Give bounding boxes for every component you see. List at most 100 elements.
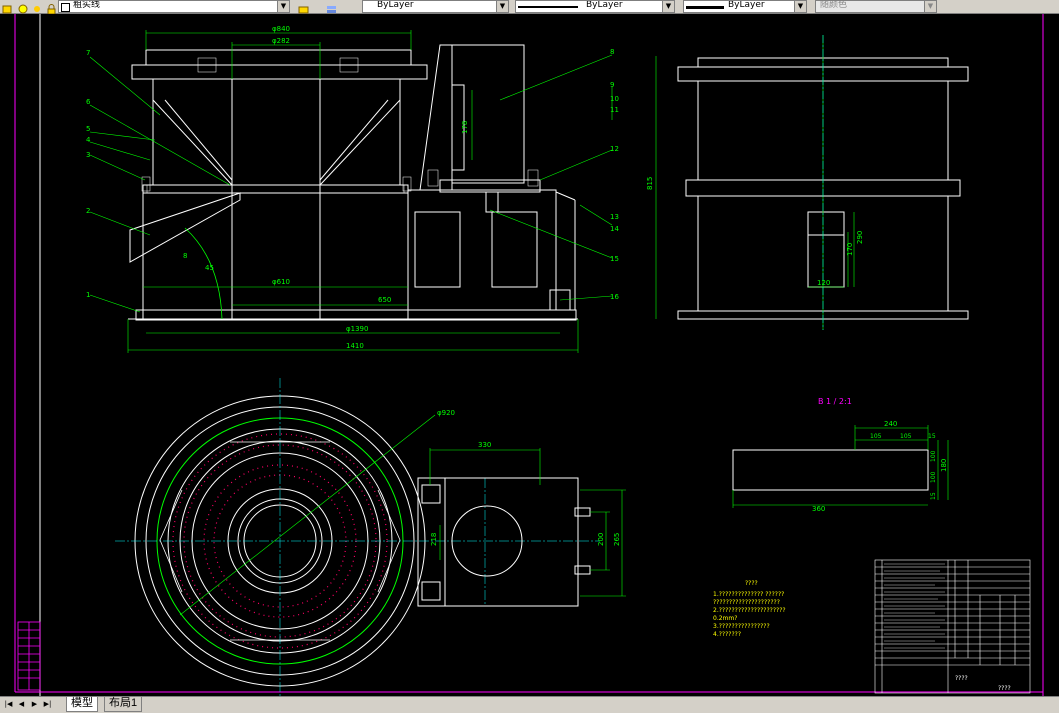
svg-text:13: 13 [610,213,619,221]
svg-text:12: 12 [610,145,619,153]
title-block-name: ???? [955,675,968,682]
dim-15a: 15 [928,433,936,440]
chevron-down-icon[interactable]: ▼ [496,1,508,12]
svg-text:2.?????????????????????: 2.????????????????????? [713,607,786,614]
lineweight-value: ByLayer [728,0,765,10]
plan-view-centerlines [115,378,600,700]
detail-dims [732,425,949,508]
dim-920: φ920 [437,409,455,417]
drawing-canvas[interactable]: 45 8 φ840 φ282 φ610 650 φ1390 1410 178 7 [0,14,1059,700]
title-block-fill [884,563,945,649]
next-tab-icon[interactable]: ▶ [29,699,40,710]
bulb-icon[interactable] [18,0,29,14]
dim-105b: 105 [900,433,912,440]
dim-282: φ282 [272,37,290,45]
svg-text:4.???????: 4.??????? [713,631,741,638]
svg-text:9: 9 [610,81,614,89]
front-view-hatching [141,57,539,193]
svg-text:6: 6 [86,98,91,106]
angle-label: 45 [205,264,214,272]
linetype-swatch [518,6,578,8]
prev-tab-icon[interactable]: ◀ [16,699,27,710]
layout-tab-bar: |◀ ◀ ▶ ▶| 模型 布局1 [0,696,1059,713]
svg-text:8: 8 [610,48,614,56]
plotstyle-dropdown[interactable]: 随颜色 ▼ [815,0,937,13]
dim-650: 650 [378,296,391,304]
sun-icon[interactable] [32,0,43,12]
front-section-view [128,44,578,321]
linetype-dropdown[interactable]: ByLayer ▼ [515,0,675,13]
first-tab-icon[interactable]: |◀ [3,699,14,710]
linetype-value: ByLayer [586,0,623,10]
plotstyle-value: 随颜色 [820,0,848,10]
dim-105a: 105 [870,433,882,440]
leader-numbers: 7 6 5 4 3 2 1 8 9 10 11 12 13 14 15 16 [86,48,619,301]
svg-text:????: ???? [745,580,758,587]
plan-motor-base [417,477,591,607]
dim-side-170: 170 [846,243,854,256]
svg-text:2: 2 [86,207,90,215]
lock-icon[interactable] [46,0,57,15]
binding-table [17,621,41,691]
dim-1410: 1410 [346,342,364,350]
last-tab-icon[interactable]: ▶| [42,699,53,710]
layer-color-icon [61,3,70,12]
dim-840: φ840 [272,25,290,33]
svg-text:5: 5 [86,125,90,133]
svg-text:16: 16 [610,293,619,301]
svg-text:15: 15 [610,255,619,263]
detail-label: B 1 / 2:1 [818,397,852,406]
svg-text:?????????????????????: ????????????????????? [713,599,780,606]
dim-100b: 100 [930,471,937,483]
layer-manager-icon[interactable] [2,0,13,14]
properties-toolbar: 粗实线 ▼ ByLayer ▼ ByLayer ▼ ByLayer ▼ 随颜色 … [0,0,1059,15]
color-dropdown[interactable]: ByLayer ▼ [362,0,509,13]
svg-text:1.?????????????? ??????: 1.?????????????? ?????? [713,591,784,598]
chevron-down-icon[interactable]: ▼ [924,1,936,12]
svg-text:3: 3 [86,151,90,159]
dim-15b: 15 [930,492,937,500]
layer-previous-icon[interactable] [326,0,337,13]
layer-dropdown[interactable]: 粗实线 ▼ [58,0,290,13]
color-value: ByLayer [377,0,414,10]
svg-text:3.????????????????: 3.???????????????? [713,623,770,630]
tab-layout1[interactable]: 布局1 [104,697,143,712]
detail-view [732,449,929,491]
leader-lines [89,54,613,313]
lineweight-dropdown[interactable]: ByLayer ▼ [683,0,807,13]
dim-815: 815 [646,177,654,190]
svg-text:1: 1 [86,291,90,299]
technical-notes: ???? 1.?????????????? ?????? ???????????… [713,580,786,638]
dim-330: 330 [478,441,491,449]
layer-name: 粗实线 [73,0,101,10]
chevron-down-icon[interactable]: ▼ [794,1,806,12]
angle-arc [184,227,223,320]
chevron-down-icon[interactable]: ▼ [277,1,289,12]
dim-265: 265 [613,533,621,546]
svg-text:11: 11 [610,106,619,114]
dim-100a: 100 [930,450,937,462]
svg-text:4: 4 [86,136,91,144]
tab-model[interactable]: 模型 [66,697,98,712]
svg-text:14: 14 [610,225,619,233]
svg-text:0.2mm?: 0.2mm? [713,615,737,622]
chevron-down-icon[interactable]: ▼ [662,1,674,12]
plan-motor-dims [429,448,626,597]
dim-360: 360 [812,505,825,513]
title-block [874,559,1031,694]
dim-610: φ610 [272,278,290,286]
lineweight-swatch [686,6,724,9]
angle2-label: 8 [183,252,187,260]
dim-1390: φ1390 [346,325,368,333]
dim-180: 180 [940,459,948,472]
title-block-code: ???? [998,685,1011,692]
dim-200: 200 [597,533,605,546]
dim-178: 178 [461,121,469,134]
svg-text:10: 10 [610,95,619,103]
dim-side-120: 120 [817,279,830,287]
make-current-icon[interactable] [298,0,309,14]
dim-218: 218 [430,533,438,546]
svg-text:7: 7 [86,49,90,57]
dim-240: 240 [884,420,897,428]
dim-side-290: 290 [856,231,864,244]
